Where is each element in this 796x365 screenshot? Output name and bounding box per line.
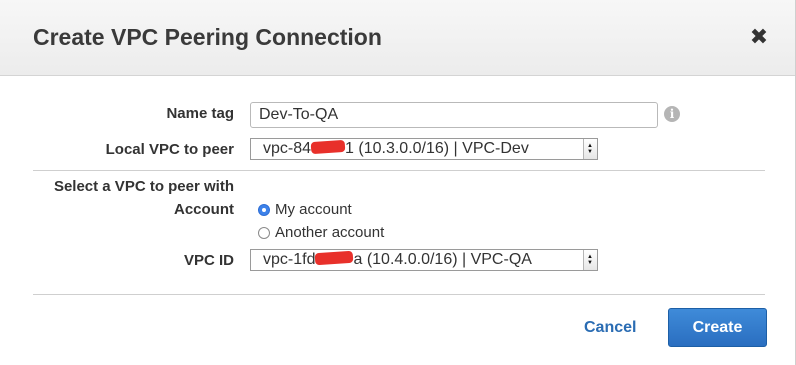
radio-button-selected[interactable] [258,203,270,216]
account-label: Account [174,201,234,218]
vpc-id-value-prefix: vpc-1fd [263,251,316,268]
create-vpc-peering-dialog: Create VPC Peering Connection ✖ Name tag… [0,0,796,365]
vpc-id-select[interactable]: vpc-1fd a (10.4.0.0/16) | VPC-QA ▲ ▼ [250,249,598,271]
radio-my-account[interactable]: My account [258,201,352,218]
radio-label-my-account: My account [275,201,352,218]
dialog-header: Create VPC Peering Connection ✖ [0,0,795,76]
select-arrows-icon: ▲ ▼ [583,139,597,159]
local-vpc-value-prefix: vpc-84 [263,140,312,157]
create-button[interactable]: Create [668,308,767,347]
vpc-id-label: VPC ID [183,252,234,269]
close-icon[interactable]: ✖ [748,26,770,48]
info-icon[interactable]: i [664,106,680,122]
name-tag-label: Name tag [166,105,234,122]
local-vpc-label: Local VPC to peer [105,141,234,158]
radio-button[interactable] [258,226,270,239]
cancel-button[interactable]: Cancel [584,319,636,337]
vpc-id-value-suffix: a (10.4.0.0/16) | VPC-QA [353,251,532,268]
radio-another-account[interactable]: Another account [258,224,384,241]
dialog-title: Create VPC Peering Connection [33,24,382,50]
redaction-mark [310,140,346,155]
radio-label-another-account: Another account [275,224,385,241]
section-divider [33,170,765,171]
peer-section-heading: Select a VPC to peer with [53,178,234,195]
footer-divider [33,294,765,295]
local-vpc-value-suffix: 1 (10.3.0.0/16) | VPC-Dev [345,140,529,157]
name-tag-input[interactable] [250,102,658,128]
local-vpc-select[interactable]: vpc-84 1 (10.3.0.0/16) | VPC-Dev ▲ ▼ [250,138,598,160]
select-arrows-icon: ▲ ▼ [583,250,597,270]
redaction-mark [315,250,354,266]
